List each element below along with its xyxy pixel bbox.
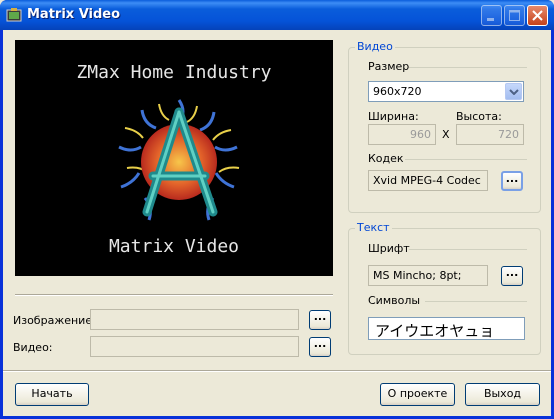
minimize-button[interactable] <box>481 5 502 26</box>
font-label: Шрифт <box>368 242 410 255</box>
video-label: Видео: <box>13 341 53 354</box>
width-label: Ширина: <box>368 110 419 123</box>
video-browse-button[interactable]: ... <box>309 337 331 357</box>
dimension-separator: X <box>442 128 450 141</box>
image-label: Изображение: <box>13 314 96 327</box>
bottom-separator <box>3 370 551 372</box>
image-path-field[interactable] <box>90 309 299 330</box>
app-icon <box>6 8 22 22</box>
video-group: Видео Размер 960x720 Ширина: Высота: 960… <box>348 40 541 213</box>
maximize-icon <box>509 10 520 21</box>
chevron-down-icon <box>509 89 519 95</box>
image-browse-button[interactable]: ... <box>309 310 331 330</box>
logo-image <box>118 99 240 221</box>
font-browse-button[interactable]: ... <box>501 266 523 286</box>
preview-pane: ZMax Home Industry Matrix Video <box>15 40 333 276</box>
codec-label: Кодек <box>368 152 404 165</box>
maximize-button[interactable] <box>504 5 525 26</box>
close-icon <box>532 10 543 21</box>
size-label: Размер <box>368 60 410 73</box>
width-field[interactable]: 960 <box>368 124 436 145</box>
title-bar[interactable]: Matrix Video <box>0 0 554 30</box>
app-window: Matrix Video ZMax Home Industry Matrix V… <box>0 0 554 419</box>
font-field: MS Mincho; 8pt; <box>368 265 488 286</box>
minimize-icon <box>487 18 494 21</box>
text-group: Текст Шрифт MS Mincho; 8pt; ... Символы … <box>348 221 541 355</box>
separator <box>15 294 333 296</box>
exit-button[interactable]: Выход <box>465 383 540 406</box>
size-dropdown[interactable]: 960x720 <box>368 81 524 102</box>
size-divider <box>409 67 527 68</box>
text-group-title: Текст <box>355 221 392 234</box>
preview-bottom-text: Matrix Video <box>108 236 240 257</box>
window-title: Matrix Video <box>27 7 121 22</box>
codec-field: Xvid MPEG-4 Codec <box>368 170 488 191</box>
video-path-field[interactable] <box>90 336 299 357</box>
codec-browse-button[interactable]: ... <box>501 171 523 191</box>
dropdown-arrow-button[interactable] <box>505 83 522 100</box>
codec-divider <box>405 159 527 160</box>
preview-top-text: ZMax Home Industry <box>76 62 272 83</box>
close-button[interactable] <box>527 5 548 26</box>
symbols-label: Символы <box>368 294 421 307</box>
start-button[interactable]: Начать <box>15 383 89 406</box>
symbols-input[interactable]: アイウエオヤュョ <box>368 317 525 340</box>
video-group-title: Видео <box>355 40 395 53</box>
about-button[interactable]: О проекте <box>380 383 455 406</box>
font-divider <box>409 249 527 250</box>
height-field[interactable]: 720 <box>456 124 524 145</box>
symbols-divider <box>425 301 527 302</box>
height-label: Высота: <box>456 110 502 123</box>
client-area: ZMax Home Industry Matrix Video Изображе… <box>3 30 551 416</box>
